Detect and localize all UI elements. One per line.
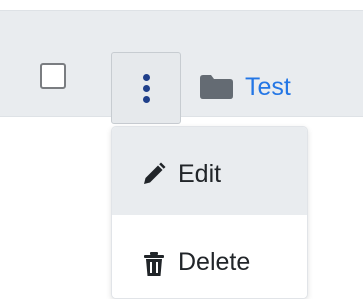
trash-icon xyxy=(144,252,164,276)
row-actions-menu: Edit Delete xyxy=(111,126,308,299)
row-select-checkbox[interactable] xyxy=(40,63,66,89)
file-browser: Test Edit Delete xyxy=(0,0,363,299)
menu-item-edit[interactable]: Edit xyxy=(112,127,307,215)
table-row[interactable]: Test xyxy=(0,10,363,124)
menu-item-label: Delete xyxy=(178,248,251,276)
menu-item-label: Edit xyxy=(178,160,222,188)
item-name-link[interactable]: Test xyxy=(245,72,291,102)
pencil-icon xyxy=(144,162,166,184)
row-actions-button[interactable] xyxy=(111,52,181,124)
menu-item-delete[interactable]: Delete xyxy=(112,215,307,298)
folder-icon xyxy=(200,75,233,99)
